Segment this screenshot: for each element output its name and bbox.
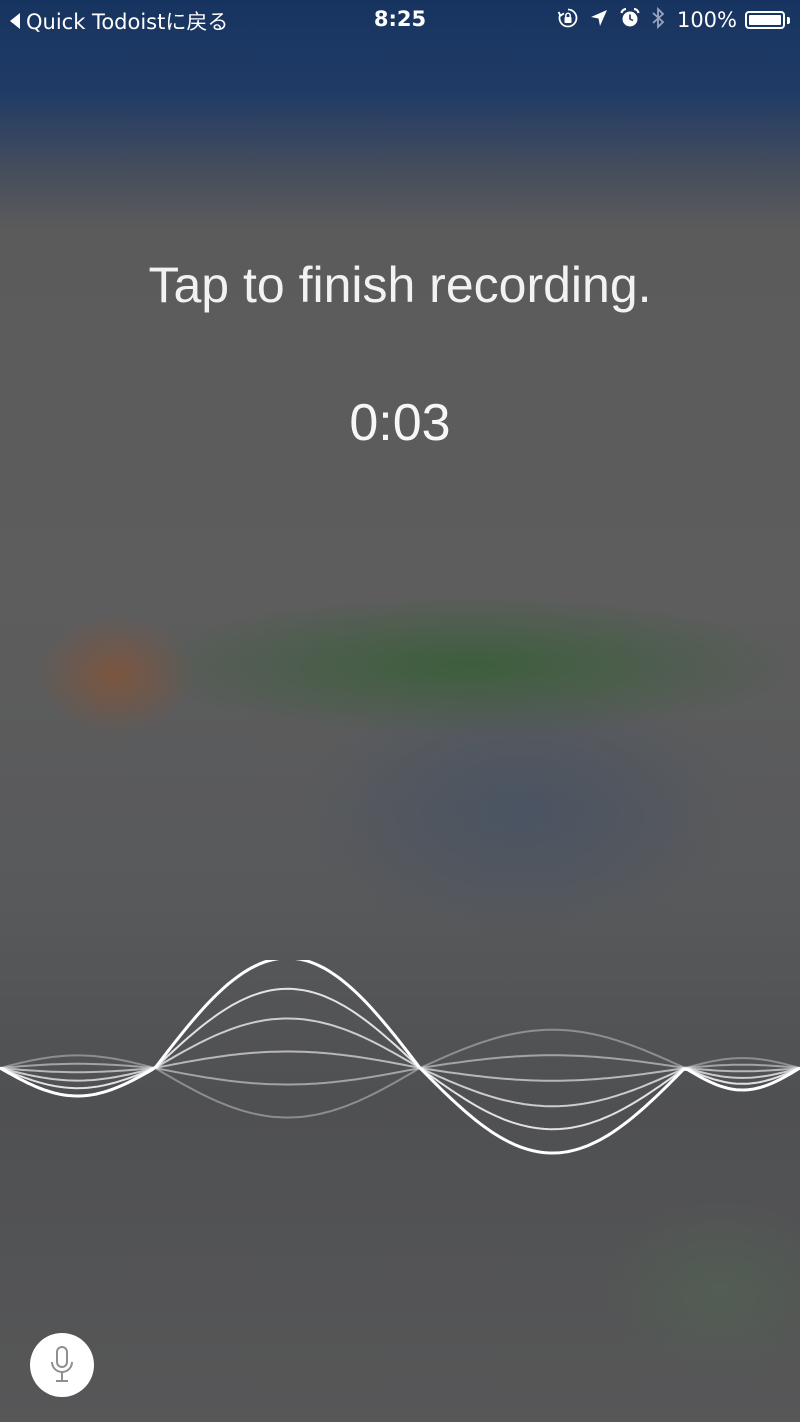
alarm-icon bbox=[619, 7, 641, 34]
status-indicators: 100% bbox=[547, 6, 790, 34]
finish-recording-prompt: Tap to finish recording. bbox=[148, 257, 652, 313]
battery-icon bbox=[745, 11, 785, 29]
location-arrow-icon bbox=[589, 8, 609, 33]
voice-recording-screen[interactable]: Quick Todoistに戻る 8:25 100% Tap to finish… bbox=[0, 0, 800, 1422]
battery-level-fill bbox=[749, 15, 781, 25]
battery-percentage: 100% bbox=[676, 8, 737, 32]
battery-tip bbox=[787, 16, 790, 24]
back-to-app-link[interactable]: Quick Todoistに戻る bbox=[10, 6, 228, 36]
back-chevron-icon bbox=[10, 13, 20, 29]
waveform-line bbox=[0, 1017, 800, 1108]
status-bar: Quick Todoistに戻る 8:25 100% bbox=[0, 0, 800, 40]
microphone-button[interactable] bbox=[30, 1333, 94, 1397]
recording-timer: 0:03 bbox=[349, 394, 451, 452]
microphone-icon bbox=[51, 1346, 73, 1382]
bluetooth-icon bbox=[651, 6, 665, 35]
audio-waveform bbox=[0, 960, 800, 1155]
back-link-label: Quick Todoistに戻る bbox=[26, 10, 229, 34]
orientation-lock-icon bbox=[557, 7, 579, 34]
waveform-lines bbox=[0, 960, 800, 1155]
